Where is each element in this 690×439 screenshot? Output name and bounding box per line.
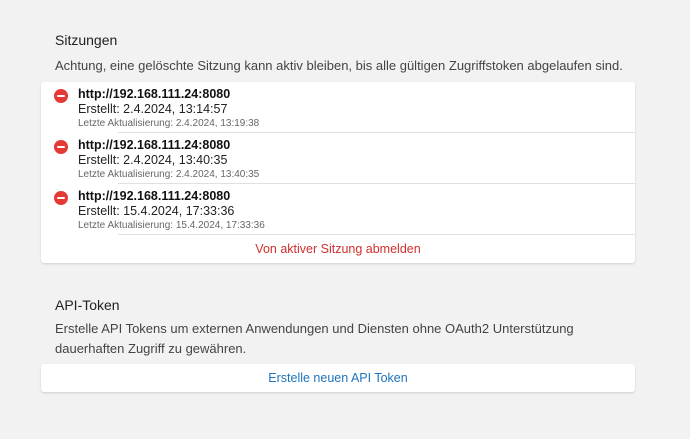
session-created: Erstellt: 2.4.2024, 13:40:35 — [78, 153, 228, 167]
api-token-description: Erstelle API Tokens um externen Anwendun… — [55, 321, 574, 356]
api-token-title: API-Token — [55, 297, 120, 313]
api-token-card: Erstelle neuen API Token — [41, 364, 635, 392]
session-url: http://192.168.111.24:8080 — [78, 138, 231, 152]
session-last-updated: Letzte Aktualisierung: 15.4.2024, 17:33:… — [78, 220, 265, 231]
session-last-updated: Letzte Aktualisierung: 2.4.2024, 13:19:3… — [78, 118, 260, 129]
session-item: http://192.168.111.24:8080 Erstellt: 2.4… — [41, 133, 635, 184]
logout-session-button[interactable]: Von aktiver Sitzung abmelden — [41, 235, 635, 263]
delete-session-icon[interactable] — [54, 140, 68, 154]
sessions-description: Achtung, eine gelöschte Sitzung kann akt… — [55, 58, 623, 73]
session-item: http://192.168.111.24:8080 Erstellt: 15.… — [41, 184, 635, 235]
session-item: http://192.168.111.24:8080 Erstellt: 2.4… — [41, 82, 635, 133]
session-url: http://192.168.111.24:8080 — [78, 189, 231, 203]
sessions-title: Sitzungen — [55, 32, 118, 48]
session-created: Erstellt: 2.4.2024, 13:14:57 — [78, 102, 228, 116]
session-created: Erstellt: 15.4.2024, 17:33:36 — [78, 204, 235, 218]
delete-session-icon[interactable] — [54, 191, 68, 205]
session-url: http://192.168.111.24:8080 — [78, 87, 231, 101]
create-api-token-button[interactable]: Erstelle neuen API Token — [41, 364, 635, 392]
session-last-updated: Letzte Aktualisierung: 2.4.2024, 13:40:3… — [78, 169, 260, 180]
delete-session-icon[interactable] — [54, 89, 68, 103]
sessions-card: http://192.168.111.24:8080 Erstellt: 2.4… — [41, 82, 635, 263]
row-divider — [118, 234, 635, 235]
